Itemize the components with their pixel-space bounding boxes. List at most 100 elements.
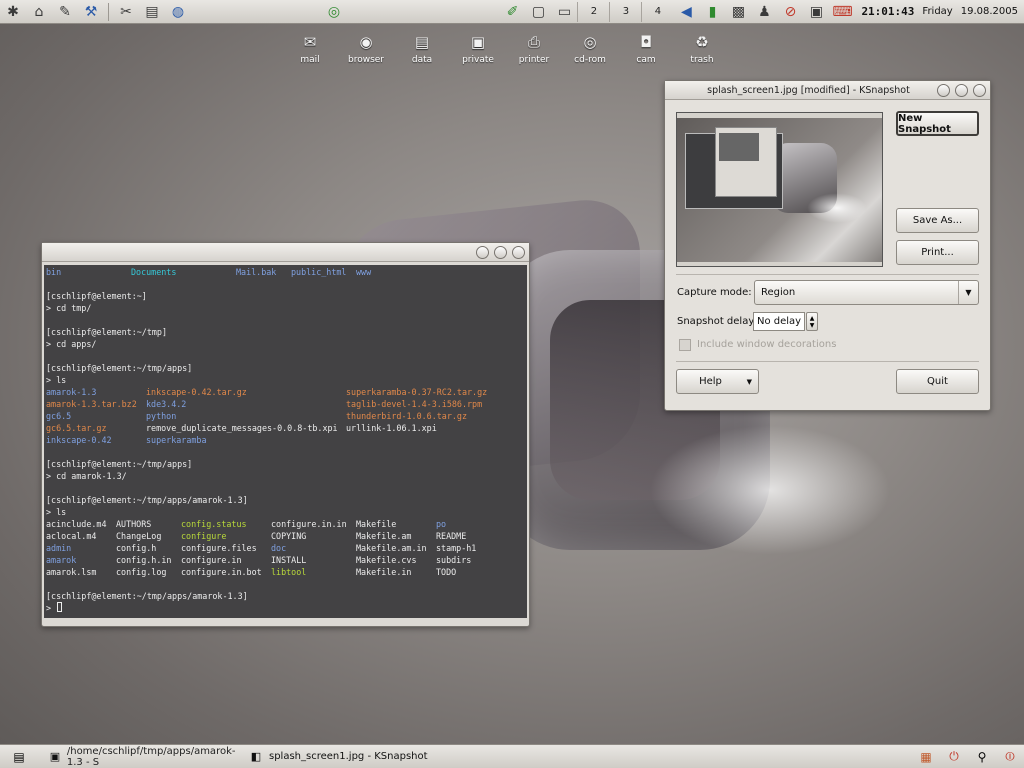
quit-button[interactable]: Quit [896,369,979,394]
terminal-text: [cschlipf@element:~/tmp/apps] [46,363,193,373]
arrow-down-icon[interactable]: ▼ [810,322,815,329]
terminal-text: configure.in [181,555,242,565]
terminal-line: amarok-1.3.tar.bz2 kde3.4.2 taglib-devel-1… [46,398,525,410]
terminal-text: config.h.in [116,555,172,565]
snapshot-delay-input[interactable]: No delay [753,312,805,331]
terminal-line: aclocal.m4 ChangeLog configure COPYING Makef… [46,530,525,542]
new-snapshot-button[interactable]: New Snapshot [896,111,979,136]
terminal-text: [cschlipf@element:~/tmp] [46,327,168,337]
clock-date: 19.08.2005 [960,6,1018,17]
ksnapshot-window[interactable]: splash_screen1.jpg [modified] - KSnapsho… [664,80,991,411]
color-picker-icon[interactable]: ✐ [502,3,522,21]
blank-window-icon[interactable]: ▢ [528,3,548,21]
desktop-icon-trash[interactable]: ♻ trash [674,32,730,65]
terminal-text: remove_duplicate_messages-0.0.8-tb.xpi [146,423,338,433]
show-desktop-icon[interactable]: ▤ [10,748,28,766]
usb-device-icon[interactable]: ⚲ [973,748,991,766]
include-decorations-label: Include window decorations [697,339,837,350]
minimize-button[interactable] [937,83,950,97]
task-label: /home/cschlipf/tmp/apps/amarok-1.3 - S [66,745,236,768]
capture-mode-select[interactable]: Region ▼ [754,280,979,305]
terminal-text: > [46,603,57,613]
browser-icon: ◉ [359,33,373,51]
desktop-icon-mail[interactable]: ✉ mail [282,32,338,65]
terminal-text: [cschlipf@element:~] [46,291,147,301]
klipper-icon[interactable]: ▦ [917,748,935,766]
pager-desktop-3[interactable]: 3 [609,1,641,22]
keyboard-layout-icon[interactable]: ⌨ [832,3,852,21]
internet-globe-icon[interactable]: ◍ [168,3,188,21]
desktop-icon-label: browser [347,55,384,65]
delay-spinner-arrows[interactable]: ▲ ▼ [806,312,818,331]
wallet-icon[interactable]: ▣ [806,3,826,21]
terminal-text: config.status [181,519,247,529]
snapshot-preview[interactable] [676,112,883,267]
no-entry-icon[interactable]: ⊘ [780,3,800,21]
battery-icon[interactable]: ▮ [702,3,722,21]
desktop-icon-cd-rom[interactable]: ◎ cd-rom [562,32,618,65]
terminal-text: doc [271,543,287,553]
desktop-icon-printer[interactable]: ⎙ printer [506,32,562,65]
konqueror-icon[interactable]: ✎ [55,3,75,21]
terminal-text: subdirs [436,555,472,565]
desktop-icon-browser[interactable]: ◉ browser [338,32,394,65]
desktop-icon-private[interactable]: ▣ private [450,32,506,65]
terminal-text: www [356,267,372,277]
terminal-line: inkscape-0.42 superkaramba [46,434,525,446]
terminal-titlebar[interactable] [42,243,529,262]
capture-mode-value: Region [761,287,796,298]
desktop-icon-data[interactable]: ▤ data [394,32,450,65]
terminal-text: COPYING [271,531,307,541]
terminal-text: python [146,411,177,421]
search-icon[interactable]: ◎ [324,3,344,21]
terminal-text: kde3.4.2 [146,399,187,409]
desktop-icon-label: trash [690,55,714,65]
help-button[interactable]: Help ▼ [676,369,759,394]
terminal-text: > ls [46,375,67,385]
close-button[interactable] [512,245,525,259]
screen-power-icon[interactable]: ⏼ [1001,748,1019,766]
print-button[interactable]: Print... [896,240,979,265]
terminal-text: INSTALL [271,555,307,565]
home-icon[interactable]: ⌂ [29,3,49,21]
kde-menu-icon[interactable]: ✱ [3,3,23,21]
desktop-icon-cam[interactable]: ◘ cam [618,32,674,65]
terminal-text: amarok-1.3 [46,387,97,397]
terminal-text: configure [181,531,227,541]
terminal-line: [cschlipf@element:~/tmp/apps/amarok-1.3] [46,590,525,602]
minimize-button[interactable] [476,245,489,259]
pager-desktop-4[interactable]: 4 [641,1,673,22]
new-snapshot-label: New Snapshot [898,112,951,135]
terminal-text: Makefile.am.in [356,543,427,553]
ksnapshot-titlebar[interactable]: splash_screen1.jpg [modified] - KSnapsho… [665,81,990,100]
terminal-text: README [436,531,467,541]
save-as-button[interactable]: Save As... [896,208,979,233]
clock-time[interactable]: 21:01:43 [861,5,914,18]
chevron-down-icon: ▼ [746,377,752,386]
terminal-output[interactable]: bin Documents Mail.bak public_html www [cschl… [44,265,527,618]
utilities-icon[interactable]: ✂ [116,3,136,21]
pager-desktop-2[interactable]: 2 [577,1,609,22]
include-decorations-checkbox[interactable] [679,339,691,351]
settings-tools-icon[interactable]: ⚒ [81,3,101,21]
office-icon[interactable]: ▤ [142,3,162,21]
terminal-text: superkaramba-0.37-RC2.tar.gz [346,387,488,397]
maximize-button[interactable] [955,83,968,97]
taskbar-task-ksnapshot[interactable]: ◧ splash_screen1.jpg - KSnapshot [243,747,443,767]
power-icon[interactable]: ⏻ [945,748,963,766]
taskbar-task-terminal[interactable]: ▣ /home/cschlipf/tmp/apps/amarok-1.3 - S [43,745,243,768]
user-icon[interactable]: ♟ [754,3,774,21]
window-list-icon[interactable]: ▭ [554,3,574,21]
maximize-button[interactable] [494,245,507,259]
terminal-window[interactable]: bin Documents Mail.bak public_html www [cschl… [41,242,530,627]
volume-icon[interactable]: ◀ [676,3,696,21]
network-monitor-icon[interactable]: ▩ [728,3,748,21]
terminal-line: > cd tmp/ [46,302,525,314]
close-button[interactable] [973,83,986,97]
arrow-up-icon[interactable]: ▲ [810,315,815,322]
terminal-text: po [436,519,447,529]
